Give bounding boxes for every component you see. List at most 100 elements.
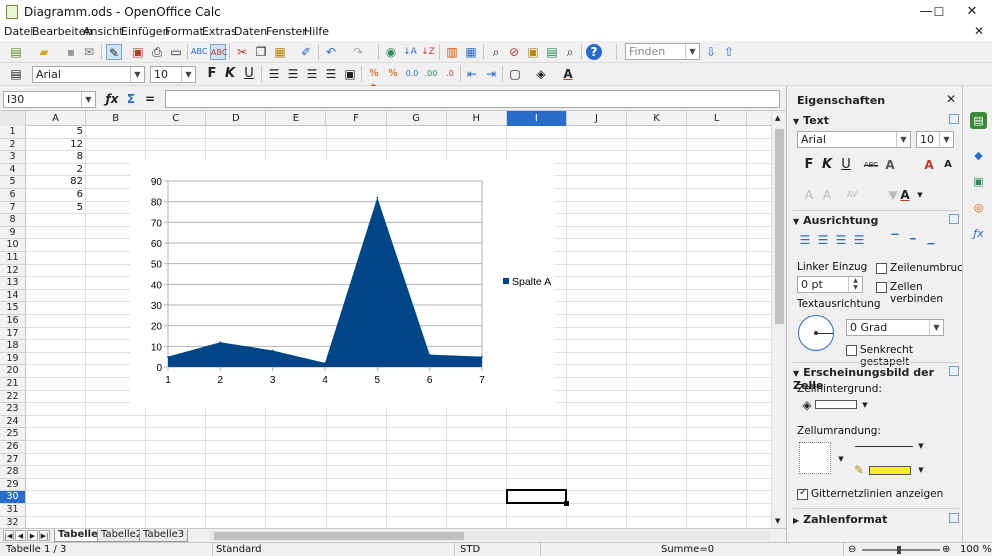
standard-format-icon[interactable]: 0.0 bbox=[404, 66, 420, 82]
chevron-down-icon[interactable]: ▼ bbox=[130, 67, 144, 82]
edit-file-icon[interactable]: ✎ bbox=[106, 44, 122, 60]
zoom-level[interactable]: 100 % bbox=[960, 544, 992, 555]
sidebar-underline-icon[interactable]: U bbox=[838, 157, 854, 173]
menu-fenster[interactable]: Fenster bbox=[266, 25, 307, 38]
page-style[interactable]: Standard bbox=[216, 544, 262, 555]
row-header-26[interactable]: 26 bbox=[0, 441, 26, 454]
shrink-font-icon[interactable]: A bbox=[940, 157, 956, 173]
zoom-out-icon[interactable]: ⊖ bbox=[848, 544, 856, 555]
selected-cell-cursor[interactable] bbox=[506, 489, 569, 506]
pivot-table-icon[interactable]: ▦ bbox=[463, 44, 479, 60]
currency-format-icon[interactable]: %₿ bbox=[366, 66, 382, 95]
menu-einfuegen[interactable]: Einfügen bbox=[121, 25, 170, 38]
bold-icon[interactable]: F bbox=[204, 66, 220, 82]
row-header-32[interactable]: 32 bbox=[0, 516, 26, 528]
close-sidebar-icon[interactable]: ✕ bbox=[946, 92, 956, 106]
paste-icon[interactable]: ▦ bbox=[272, 44, 288, 60]
align-bottom-icon[interactable]: ▁ bbox=[923, 232, 939, 248]
fill-handle[interactable] bbox=[564, 501, 569, 506]
row-header-25[interactable]: 25 bbox=[0, 428, 26, 441]
column-header-g[interactable]: G bbox=[387, 111, 447, 126]
align-right-icon[interactable]: ☰ bbox=[304, 66, 320, 82]
chevron-down-icon[interactable]: ▼ bbox=[939, 132, 953, 147]
properties-deck-icon[interactable]: ▤ bbox=[970, 112, 987, 129]
cell-a6[interactable]: 6 bbox=[27, 189, 83, 202]
cell-border-preset[interactable] bbox=[799, 442, 831, 474]
vertical-scroll-thumb[interactable] bbox=[775, 129, 784, 324]
redo-icon[interactable]: ↷ bbox=[350, 44, 366, 60]
chevron-down-icon[interactable]: ▼ bbox=[833, 451, 849, 467]
add-decimal-icon[interactable]: .00 bbox=[423, 66, 439, 82]
insert-chart-icon[interactable]: ▥ bbox=[444, 44, 460, 60]
find-previous-icon[interactable]: ⇧ bbox=[721, 44, 737, 60]
shadow-icon[interactable]: A bbox=[882, 157, 898, 173]
column-header-b[interactable]: B bbox=[86, 111, 147, 126]
chevron-down-icon[interactable]: ▼ bbox=[913, 438, 929, 454]
sheet-tab-tabelle3[interactable]: Tabelle3 bbox=[139, 529, 189, 542]
row-header-12[interactable]: 12 bbox=[0, 264, 26, 278]
sidebar-align-right-icon[interactable]: ☰ bbox=[833, 232, 849, 248]
row-header-29[interactable]: 29 bbox=[0, 478, 26, 492]
sidebar-justify-icon[interactable]: ☰ bbox=[851, 232, 867, 248]
row-header-4[interactable]: 4 bbox=[0, 163, 26, 177]
align-left-icon[interactable]: ☰ bbox=[266, 66, 282, 82]
row-header-30[interactable]: 30 bbox=[0, 491, 26, 504]
functions-deck-icon[interactable]: ƒx bbox=[970, 225, 987, 242]
scroll-up-icon[interactable]: ▲ bbox=[775, 114, 780, 122]
menu-ansicht[interactable]: Ansicht bbox=[83, 25, 124, 38]
last-sheet-icon[interactable]: ▶| bbox=[39, 530, 50, 541]
find-next-icon[interactable]: ⇩ bbox=[703, 44, 719, 60]
row-header-23[interactable]: 23 bbox=[0, 403, 26, 416]
zoom-slider-handle[interactable] bbox=[897, 546, 901, 554]
row-header-7[interactable]: 7 bbox=[0, 201, 26, 215]
selection-mode[interactable]: STD bbox=[460, 544, 480, 555]
row-header-20[interactable]: 20 bbox=[0, 365, 26, 378]
font-size-select[interactable]: 10 ▼ bbox=[150, 66, 196, 83]
percent-format-icon[interactable]: % bbox=[385, 66, 401, 82]
row-header-5[interactable]: 5 bbox=[0, 176, 26, 189]
cell-a2[interactable]: 12 bbox=[27, 139, 83, 152]
background-color-swatch[interactable] bbox=[815, 400, 857, 409]
sidebar-align-left-icon[interactable]: ☰ bbox=[797, 232, 813, 248]
background-color-icon[interactable]: ◈ bbox=[533, 66, 549, 82]
row-header-27[interactable]: 27 bbox=[0, 453, 26, 467]
row-header-19[interactable]: 19 bbox=[0, 352, 26, 366]
more-options-icon[interactable] bbox=[949, 366, 959, 376]
cut-icon[interactable]: ✂ bbox=[234, 44, 250, 60]
chevron-down-icon[interactable]: ▼ bbox=[913, 462, 929, 478]
chevron-down-icon[interactable]: ▼ bbox=[81, 92, 95, 107]
sidebar-font-color-icon[interactable]: A bbox=[897, 187, 913, 203]
menu-hilfe[interactable]: Hilfe bbox=[304, 25, 329, 38]
row-header-2[interactable]: 2 bbox=[0, 138, 26, 152]
wrap-checkbox[interactable] bbox=[876, 263, 887, 274]
row-header-13[interactable]: 13 bbox=[0, 277, 26, 290]
sidebar-bold-icon[interactable]: F bbox=[801, 157, 817, 173]
prev-sheet-icon[interactable]: ◀ bbox=[15, 530, 26, 541]
spellcheck-icon[interactable]: ABC bbox=[191, 44, 207, 60]
function-wizard-icon[interactable]: ƒx bbox=[104, 91, 120, 107]
line-color-icon[interactable]: ✎ bbox=[851, 462, 867, 478]
chevron-down-icon[interactable]: ▼ bbox=[929, 320, 943, 335]
row-header-16[interactable]: 16 bbox=[0, 315, 26, 328]
cell-a1[interactable]: 5 bbox=[27, 126, 83, 139]
horizontal-scroll-thumb[interactable] bbox=[214, 532, 464, 540]
strikethrough-icon[interactable]: ABC bbox=[863, 157, 879, 173]
gallery-deck-icon[interactable]: ▣ bbox=[970, 173, 987, 190]
column-header-c[interactable]: C bbox=[146, 111, 207, 126]
row-header-3[interactable]: 3 bbox=[0, 151, 26, 164]
align-center-icon[interactable]: ☰ bbox=[285, 66, 301, 82]
chevron-down-icon[interactable]: ▼ bbox=[896, 132, 910, 147]
cell-a5[interactable]: 82 bbox=[27, 176, 83, 189]
navigator-deck-icon[interactable]: ◎ bbox=[970, 199, 987, 216]
delete-decimal-icon[interactable]: .0 bbox=[442, 66, 458, 82]
page-preview-icon[interactable]: ▭ bbox=[168, 44, 184, 60]
copy-icon[interactable]: ❐ bbox=[253, 44, 269, 60]
chevron-down-icon[interactable]: ▼ bbox=[857, 397, 873, 413]
italic-icon[interactable]: K bbox=[222, 66, 238, 82]
zoom-in-icon[interactable]: ⊕ bbox=[942, 544, 950, 555]
autospellcheck-icon[interactable]: ABC bbox=[210, 44, 227, 60]
more-options-icon[interactable] bbox=[949, 114, 959, 124]
row-header-6[interactable]: 6 bbox=[0, 189, 26, 202]
zoom-icon[interactable]: ⌕ bbox=[562, 44, 578, 60]
column-header-h[interactable]: H bbox=[447, 111, 507, 126]
